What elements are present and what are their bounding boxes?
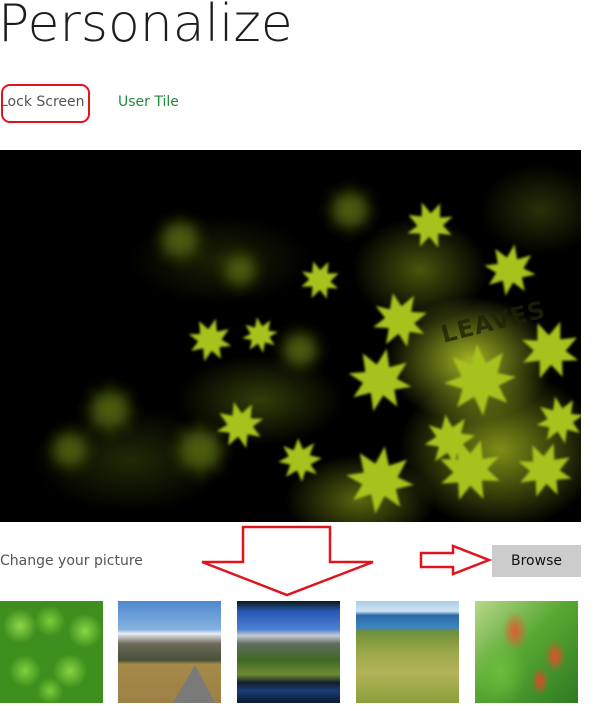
thumbnail-red-flowers[interactable] bbox=[475, 601, 578, 703]
annotation-arrow-right bbox=[419, 544, 493, 576]
browse-button[interactable]: Browse bbox=[492, 545, 581, 577]
page-title: Personalize bbox=[0, 0, 293, 54]
change-picture-label: Change your picture bbox=[0, 553, 143, 569]
lock-screen-preview: LEAVES bbox=[0, 150, 581, 522]
tab-user-tile[interactable]: User Tile bbox=[118, 94, 179, 110]
thumbnail-coastal-grassland[interactable] bbox=[356, 601, 459, 703]
road-shape bbox=[173, 665, 215, 703]
thumbnail-mountain-road[interactable] bbox=[118, 601, 221, 703]
thumbnail-clover-leaves[interactable] bbox=[0, 601, 103, 703]
sharp-leaves bbox=[183, 194, 581, 519]
thumbnail-mountain-lake[interactable] bbox=[237, 601, 340, 703]
annotation-highlight-lock-screen bbox=[1, 84, 90, 123]
annotation-arrow-down bbox=[201, 525, 374, 597]
